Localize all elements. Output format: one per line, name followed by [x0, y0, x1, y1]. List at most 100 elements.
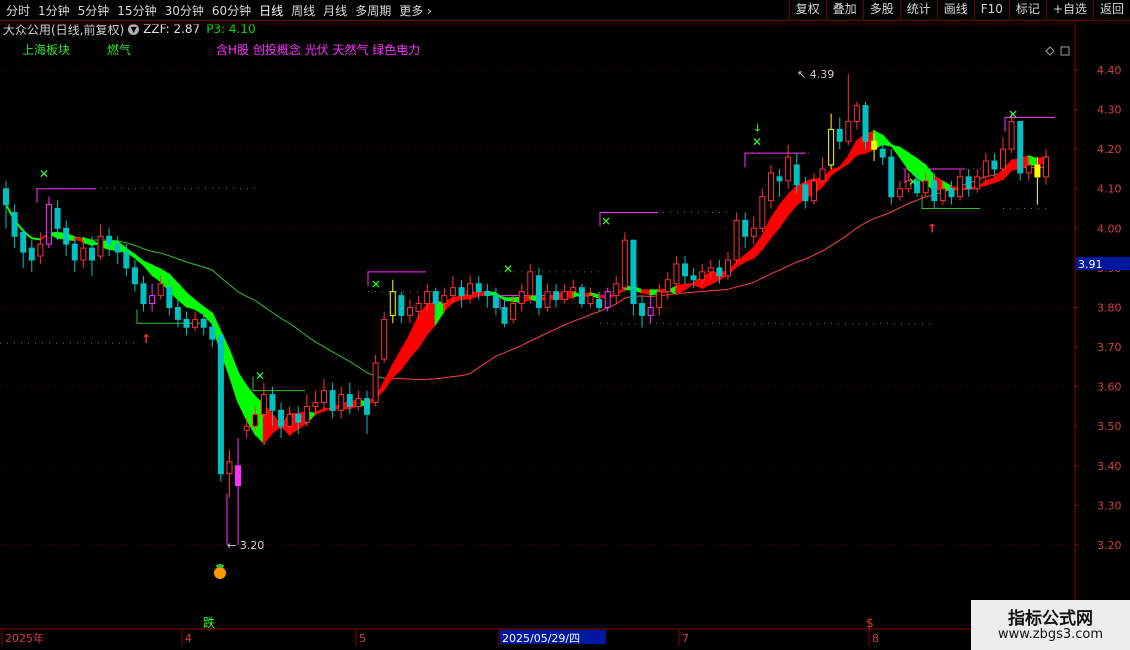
- tool-button-3[interactable]: 统计: [899, 0, 937, 20]
- period-tab-4[interactable]: 30分钟: [161, 2, 208, 19]
- candle-down[interactable]: [458, 287, 465, 297]
- period-tab-10[interactable]: 更多 ›: [395, 2, 436, 19]
- candle-down[interactable]: [398, 295, 405, 316]
- candle-down[interactable]: [269, 394, 276, 411]
- candle-up[interactable]: [45, 204, 52, 245]
- candle-down[interactable]: [71, 243, 78, 261]
- candle-down[interactable]: [432, 291, 439, 305]
- candle-up[interactable]: [252, 413, 259, 427]
- candle-up[interactable]: [1000, 148, 1007, 170]
- candle-up[interactable]: [673, 263, 680, 285]
- candle-down[interactable]: [209, 326, 216, 340]
- candle-up[interactable]: [604, 291, 611, 308]
- candle-down[interactable]: [501, 306, 508, 324]
- candle-down[interactable]: [63, 227, 70, 245]
- candle-down[interactable]: [948, 188, 955, 198]
- tool-button-6[interactable]: 标记: [1008, 0, 1046, 20]
- candle-up[interactable]: [226, 461, 233, 475]
- candle-up[interactable]: [449, 287, 456, 297]
- tool-button-1[interactable]: 叠加: [825, 0, 863, 20]
- candle-up[interactable]: [372, 362, 379, 403]
- candle-up[interactable]: [37, 243, 44, 257]
- candle-up[interactable]: [699, 271, 706, 281]
- tool-button-8[interactable]: 返回: [1092, 0, 1130, 20]
- candle-down[interactable]: [174, 306, 181, 320]
- candle-down[interactable]: [3, 188, 9, 206]
- candle-up[interactable]: [381, 318, 388, 360]
- candle-down[interactable]: [88, 247, 95, 261]
- period-tab-2[interactable]: 5分钟: [74, 2, 114, 19]
- square-icon[interactable]: [1060, 46, 1070, 56]
- candle-down[interactable]: [295, 413, 302, 423]
- candle-up[interactable]: [157, 283, 164, 297]
- candle-up[interactable]: [389, 291, 396, 316]
- candle-up[interactable]: [974, 176, 981, 190]
- candle-down[interactable]: [28, 247, 35, 261]
- candle-down[interactable]: [682, 263, 689, 277]
- candle-up[interactable]: [510, 303, 517, 320]
- tool-button-0[interactable]: 复权: [788, 0, 826, 20]
- candle-up[interactable]: [260, 394, 267, 415]
- candle-down[interactable]: [862, 105, 869, 142]
- candle-up[interactable]: [621, 239, 628, 289]
- candle-up[interactable]: [243, 425, 250, 431]
- candle-down[interactable]: [879, 148, 886, 158]
- candle-down[interactable]: [54, 208, 61, 229]
- period-tab-5[interactable]: 60分钟: [208, 2, 255, 19]
- candle-up[interactable]: [527, 271, 534, 297]
- candle-up[interactable]: [656, 291, 663, 308]
- candle-up[interactable]: [647, 306, 654, 316]
- candle-up[interactable]: [303, 405, 310, 423]
- candle-down[interactable]: [329, 390, 336, 411]
- candle-up[interactable]: [587, 295, 594, 305]
- candle-down[interactable]: [596, 299, 603, 308]
- period-tab-9[interactable]: 多周期: [351, 2, 395, 19]
- candle-down[interactable]: [802, 184, 809, 202]
- candle-down[interactable]: [235, 465, 242, 487]
- diamond-icon[interactable]: [1045, 46, 1055, 56]
- candle-up[interactable]: [467, 283, 474, 297]
- candle-up[interactable]: [828, 128, 835, 166]
- candle-down[interactable]: [278, 409, 285, 427]
- candle-down[interactable]: [131, 267, 138, 285]
- candle-down[interactable]: [217, 334, 224, 475]
- candle-down[interactable]: [475, 283, 482, 293]
- candle-down[interactable]: [776, 176, 783, 182]
- period-tab-3[interactable]: 15分钟: [113, 2, 160, 19]
- candle-up[interactable]: [544, 291, 551, 308]
- candle-down[interactable]: [888, 156, 895, 198]
- candle-down[interactable]: [492, 295, 499, 308]
- candle-down[interactable]: [346, 394, 353, 407]
- candle-up[interactable]: [338, 394, 345, 411]
- candle-up[interactable]: [424, 291, 431, 305]
- candle-down[interactable]: [114, 243, 121, 253]
- candle-up[interactable]: [561, 291, 568, 301]
- candle-down[interactable]: [106, 235, 113, 245]
- candle-up[interactable]: [939, 188, 946, 202]
- candle-up[interactable]: [570, 287, 577, 293]
- candle-down[interactable]: [836, 128, 843, 142]
- kline-chart[interactable]: 4.404.304.204.104.003.903.803.703.603.50…: [0, 21, 1130, 650]
- period-tab-1[interactable]: 1分钟: [34, 2, 74, 19]
- candle-up[interactable]: [1043, 156, 1049, 178]
- candle-up[interactable]: [707, 267, 714, 273]
- candle-down[interactable]: [578, 287, 585, 305]
- candle-down[interactable]: [123, 251, 130, 269]
- candle-down[interactable]: [1017, 120, 1024, 174]
- candle-up[interactable]: [518, 291, 525, 305]
- period-tab-6[interactable]: 日线: [255, 2, 287, 19]
- tool-button-2[interactable]: 多股: [862, 0, 900, 20]
- candle-up[interactable]: [785, 156, 792, 182]
- candle-down[interactable]: [166, 287, 173, 308]
- candle-up[interactable]: [286, 413, 293, 427]
- candle-down[interactable]: [871, 140, 878, 150]
- period-tab-7[interactable]: 周线: [287, 2, 319, 19]
- candle-up[interactable]: [1008, 120, 1015, 150]
- candle-down[interactable]: [742, 219, 749, 237]
- candle-up[interactable]: [355, 398, 362, 407]
- candle-up[interactable]: [80, 247, 87, 261]
- candle-up[interactable]: [819, 168, 826, 182]
- candle-down[interactable]: [630, 239, 637, 305]
- candle-down[interactable]: [639, 303, 646, 316]
- candle-down[interactable]: [140, 283, 147, 305]
